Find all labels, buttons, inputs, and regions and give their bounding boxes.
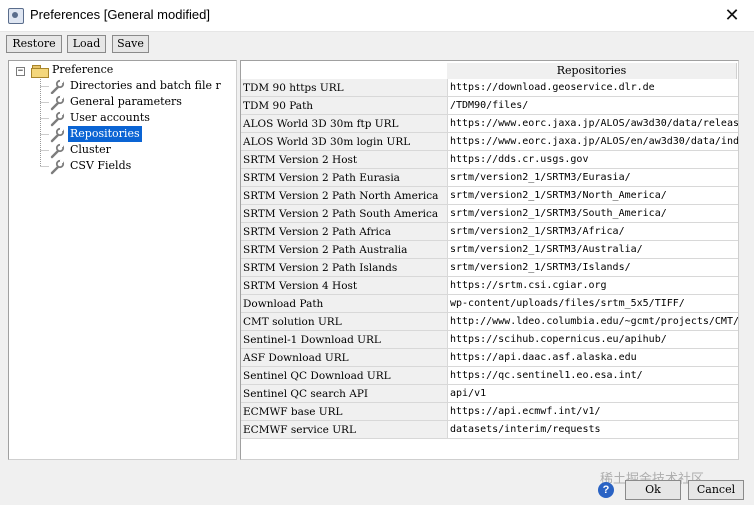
table-row: Sentinel QC Download URL https://qc.sent… xyxy=(241,367,738,385)
tree-root-label: Preference xyxy=(52,63,114,76)
property-value[interactable]: https://www.eorc.jaxa.jp/ALOS/en/aw3d30/… xyxy=(447,133,738,151)
property-value[interactable]: /TDM90/files/ xyxy=(447,97,738,115)
property-value[interactable]: datasets/interim/requests xyxy=(447,421,738,439)
property-name: SRTM Version 2 Path Australia xyxy=(241,241,447,259)
property-value[interactable]: srtm/version2_1/SRTM3/Africa/ xyxy=(447,223,738,241)
table-row: TDM 90 Path /TDM90/files/ xyxy=(241,97,738,115)
close-button[interactable]: ✕ xyxy=(710,0,754,31)
table-row: SRTM Version 2 Path Australia srtm/versi… xyxy=(241,241,738,259)
property-value[interactable]: https://api.daac.asf.alaska.edu xyxy=(447,349,738,367)
property-name: Sentinel QC search API xyxy=(241,385,447,403)
property-value[interactable]: http://www.ldeo.columbia.edu/~gcmt/proje… xyxy=(447,313,738,331)
wrench-icon xyxy=(50,111,65,127)
property-value[interactable]: srtm/version2_1/SRTM3/Eurasia/ xyxy=(447,169,738,187)
property-name: ASF Download URL xyxy=(241,349,447,367)
tree-item-cluster[interactable]: Cluster xyxy=(9,142,238,159)
table-row: ASF Download URL https://api.daac.asf.al… xyxy=(241,349,738,367)
property-name: Sentinel QC Download URL xyxy=(241,367,447,385)
table-row: SRTM Version 4 Host https://srtm.csi.cgi… xyxy=(241,277,738,295)
property-name: CMT solution URL xyxy=(241,313,447,331)
folder-open-icon xyxy=(31,65,49,78)
property-value[interactable]: https://www.eorc.jaxa.jp/ALOS/aw3d30/dat… xyxy=(447,115,738,133)
table-row: Sentinel QC search API api/v1 xyxy=(241,385,738,403)
property-value[interactable]: srtm/version2_1/SRTM3/Islands/ xyxy=(447,259,738,277)
table-row: Sentinel-1 Download URL https://scihub.c… xyxy=(241,331,738,349)
tree-item-directories[interactable]: Directories and batch file r xyxy=(9,78,238,94)
cancel-button[interactable]: Cancel xyxy=(688,480,744,500)
tree-item-general-parameters[interactable]: General parameters xyxy=(9,94,238,111)
property-name: SRTM Version 2 Path Eurasia xyxy=(241,169,447,187)
tree-item-label: Repositories xyxy=(68,126,142,142)
table-row: CMT solution URL http://www.ldeo.columbi… xyxy=(241,313,738,331)
save-button[interactable]: Save xyxy=(112,35,149,53)
table-row: SRTM Version 2 Path Islands srtm/version… xyxy=(241,259,738,277)
property-name: SRTM Version 4 Host xyxy=(241,277,447,295)
tree-item-label: User accounts xyxy=(70,111,150,124)
property-value[interactable]: srtm/version2_1/SRTM3/Australia/ xyxy=(447,241,738,259)
table-row: SRTM Version 2 Path North America srtm/v… xyxy=(241,187,738,205)
wrench-icon xyxy=(50,143,65,159)
property-name: TDM 90 https URL xyxy=(241,79,447,97)
property-name: ALOS World 3D 30m login URL xyxy=(241,133,447,151)
property-value[interactable]: wp-content/uploads/files/srtm_5x5/TIFF/ xyxy=(447,295,738,313)
app-icon xyxy=(8,8,24,24)
tree-item-user-accounts[interactable]: User accounts xyxy=(9,110,238,127)
property-name: SRTM Version 2 Host xyxy=(241,151,447,169)
wrench-icon xyxy=(50,79,65,94)
tree-item-label: CSV Fields xyxy=(70,159,132,172)
property-value[interactable]: https://api.ecmwf.int/v1/ xyxy=(447,403,738,421)
table-row: SRTM Version 2 Path Eurasia srtm/version… xyxy=(241,169,738,187)
property-name: Sentinel-1 Download URL xyxy=(241,331,447,349)
property-name: TDM 90 Path xyxy=(241,97,447,115)
property-name: ECMWF base URL xyxy=(241,403,447,421)
property-name: SRTM Version 2 Path North America xyxy=(241,187,447,205)
collapse-toggle[interactable]: − xyxy=(16,67,25,76)
tree-item-label: General parameters xyxy=(70,95,182,108)
table-row: TDM 90 https URL https://download.geoser… xyxy=(241,79,738,97)
property-value[interactable]: api/v1 xyxy=(447,385,738,403)
tree-item-repositories[interactable]: Repositories xyxy=(9,126,238,143)
property-name: ALOS World 3D 30m ftp URL xyxy=(241,115,447,133)
property-value[interactable]: https://dds.cr.usgs.gov xyxy=(447,151,738,169)
property-name: SRTM Version 2 Path Islands xyxy=(241,259,447,277)
ok-button[interactable]: Ok xyxy=(625,480,681,500)
table-row: SRTM Version 2 Path Africa srtm/version2… xyxy=(241,223,738,241)
property-value[interactable]: srtm/version2_1/SRTM3/North_America/ xyxy=(447,187,738,205)
help-icon[interactable]: ? xyxy=(598,482,614,498)
property-value[interactable]: https://srtm.csi.cgiar.org xyxy=(447,277,738,295)
table-row: Download Path wp-content/uploads/files/s… xyxy=(241,295,738,313)
repositories-table: Repositories TDM 90 https URL https://do… xyxy=(240,60,739,460)
table-row: ECMWF base URL https://api.ecmwf.int/v1/ xyxy=(241,403,738,421)
table-row: ALOS World 3D 30m ftp URL https://www.eo… xyxy=(241,115,738,133)
tree-item-csv-fields[interactable]: CSV Fields xyxy=(9,158,238,175)
property-value[interactable]: https://scihub.copernicus.eu/apihub/ xyxy=(447,331,738,349)
table-row: SRTM Version 2 Path South America srtm/v… xyxy=(241,205,738,223)
property-name: ECMWF service URL xyxy=(241,421,447,439)
load-button[interactable]: Load xyxy=(67,35,106,53)
property-value[interactable]: https://download.geoservice.dlr.de xyxy=(447,79,738,97)
table-row: ALOS World 3D 30m login URL https://www.… xyxy=(241,133,738,151)
window-title: Preferences [General modified] xyxy=(30,7,210,22)
title-bar: Preferences [General modified] ✕ xyxy=(0,0,754,32)
property-name: SRTM Version 2 Path South America xyxy=(241,205,447,223)
column-header-repositories: Repositories xyxy=(447,63,737,79)
property-value[interactable]: https://qc.sentinel1.eo.esa.int/ xyxy=(447,367,738,385)
preferences-tree[interactable]: − Preference Directories and batch file … xyxy=(8,60,237,460)
property-value[interactable]: srtm/version2_1/SRTM3/South_America/ xyxy=(447,205,738,223)
restore-button[interactable]: Restore xyxy=(6,35,62,53)
table-row: SRTM Version 2 Host https://dds.cr.usgs.… xyxy=(241,151,738,169)
property-name: Download Path xyxy=(241,295,447,313)
tree-item-label: Cluster xyxy=(70,143,111,156)
tree-item-label: Directories and batch file r xyxy=(70,79,221,92)
property-name: SRTM Version 2 Path Africa xyxy=(241,223,447,241)
wrench-icon xyxy=(50,127,65,143)
wrench-icon xyxy=(50,95,65,111)
wrench-icon xyxy=(50,159,65,175)
tree-root-preference[interactable]: − Preference xyxy=(9,62,238,78)
table-row: ECMWF service URL datasets/interim/reque… xyxy=(241,421,738,439)
